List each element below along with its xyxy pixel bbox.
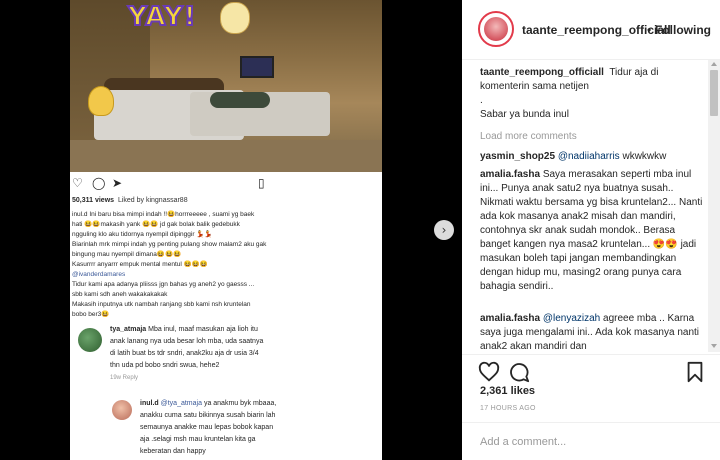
scroll-down-arrow-icon[interactable] — [711, 344, 717, 348]
views-line: 50,311 views Liked by kingnassar88 — [72, 197, 188, 204]
inner-comment-text: semaunya anakke mau lepas bobok kapan — [140, 424, 274, 431]
views-count: 50,311 views — [72, 197, 115, 204]
caption: taante_reempong_officiall Tidur aja di k… — [480, 66, 708, 122]
add-comment-area — [462, 422, 720, 460]
yay-sticker: YAY! — [127, 1, 197, 33]
share-icon: ➤ — [112, 176, 123, 190]
inner-comment-mention: @tya_atmaja — [160, 400, 202, 407]
inner-mention: @ivanderdamares — [72, 271, 126, 278]
bookmark-icon: ▯ — [258, 176, 265, 190]
likes-count[interactable]: 2,361 likes — [480, 385, 535, 397]
following-button[interactable]: Following — [655, 23, 711, 37]
like-heart-icon[interactable] — [478, 361, 500, 383]
instagram-post-viewer: YAY! ♡ ◯ ➤ ▯ 50,311 views Liked by kingn… — [0, 0, 720, 460]
actions-bar — [462, 354, 720, 384]
comment-user[interactable]: yasmin_shop25 — [480, 151, 555, 162]
next-post-button[interactable]: › — [434, 220, 454, 240]
inner-comment-text: aja .selagi msh mau kruntelan kita ga — [140, 436, 256, 443]
caption-user[interactable]: taante_reempong_officiall — [480, 67, 604, 78]
media-area: YAY! ♡ ◯ ➤ ▯ 50,311 views Liked by kingn… — [0, 0, 462, 460]
heart-icon: ♡ — [72, 176, 83, 190]
inner-comment-text: keberatan dan happy — [140, 448, 206, 455]
bookmark-save-icon[interactable] — [684, 361, 706, 383]
inner-caption-line: bobo ber3😆 — [72, 311, 110, 318]
inner-comment-text: ya anakmu byk mbaaa, — [203, 400, 277, 407]
profile-avatar[interactable] — [478, 11, 514, 47]
header-dot: • — [647, 23, 652, 37]
add-comment-input[interactable] — [480, 433, 700, 451]
post-image: YAY! ♡ ◯ ➤ ▯ 50,311 views Liked by kingn… — [70, 0, 382, 460]
inner-comment-1: tya_atmaja Mba inul, maaf masukan aja li… — [110, 324, 380, 384]
comment-text: Saya merasakan seperti mba inul ini... P… — [480, 169, 703, 292]
sleeping-person — [210, 92, 270, 108]
comment: amalia.fasha Saya merasakan seperti mba … — [480, 168, 708, 294]
comment-icon: ◯ — [92, 176, 106, 190]
screenshot-actions: ♡ ◯ ➤ ▯ — [70, 172, 382, 194]
bedroom-photo: YAY! — [70, 0, 382, 172]
comment-bubble-icon[interactable] — [508, 361, 530, 383]
comment: yasmin_shop25 @nadiiaharris wkwkwkw — [480, 150, 708, 164]
inner-comment-user: inul.d — [140, 400, 159, 407]
comment-mention[interactable]: @nadiiaharris — [558, 151, 620, 162]
inner-caption-line: Biarinlah mrk mimpi indah yg penting pul… — [72, 241, 267, 248]
inner-caption: inul.d Ini baru bisa mimpi indah !!😆horr… — [72, 210, 377, 320]
inner-comment-text: anakku cuma satu bikinnya susah biarin l… — [140, 412, 276, 419]
post-header: taante_reempong_officiall • Following — [462, 0, 720, 60]
dog-sticker — [220, 2, 250, 34]
comment-mention[interactable]: @lenyazizah — [543, 313, 600, 324]
avatar — [78, 328, 102, 352]
inner-caption-line: ngguling klo aku tidornya nyempil diping… — [72, 231, 213, 238]
tv — [240, 56, 274, 78]
inner-comment-2: inul.d @tya_atmaja ya anakmu byk mbaaa, … — [140, 398, 382, 458]
post-details-panel: taante_reempong_officiall • Following ta… — [462, 0, 720, 460]
inner-comment-user: tya_atmaja — [110, 326, 147, 333]
caption-dot: . — [480, 95, 483, 106]
inner-comment-text: Mba inul, maaf masukan aja lioh itu — [148, 326, 258, 333]
inner-comment-text: thn uda pd bobo sndri swua, hehe2 — [110, 362, 220, 369]
inner-comment-meta: 19w Reply — [110, 375, 139, 381]
caption-text-2: Sabar ya bunda inul — [480, 109, 569, 120]
bear-sticker — [88, 86, 114, 116]
comment-text: wkwkwkw — [619, 151, 667, 162]
load-more-comments[interactable]: Load more comments — [480, 130, 577, 144]
inner-caption-line: Makasih inputnya utk nambah ranjang sbb … — [72, 301, 251, 308]
inner-comment-text: di latih buat bs tdr sndri, anak2ku aja … — [110, 350, 259, 357]
inner-caption-line: hati 😆😆makasih yank 😆😆 jd gak bolak bali… — [72, 221, 240, 228]
comment: amalia.fasha @lenyazizah agreee mba .. K… — [480, 312, 708, 354]
comment-user[interactable]: amalia.fasha — [480, 169, 540, 180]
comment-user[interactable]: amalia.fasha — [480, 313, 540, 324]
inner-caption-line: inul.d Ini baru bisa mimpi indah !!😆horr… — [72, 211, 255, 218]
comments-scrollbar[interactable] — [708, 60, 720, 352]
inner-caption-line: sbb kami sdh aneh wakakakakak — [72, 291, 168, 298]
liked-by: Liked by kingnassar88 — [117, 197, 188, 204]
post-time: 17 HOURS AGO — [480, 405, 536, 412]
inner-comment-text: anak lanang nya uda besar loh mba, uda s… — [110, 338, 264, 345]
inner-caption-line: bingung mau nyempil dimana😆😆😆 — [72, 251, 182, 258]
avatar-image — [484, 17, 508, 41]
avatar — [112, 400, 132, 420]
floor — [70, 140, 382, 172]
scroll-thumb[interactable] — [710, 70, 718, 116]
inner-caption-line: Tidur kami apa adanya pliisss jgn bahas … — [72, 281, 255, 288]
comments-list: taante_reempong_officiall Tidur aja di k… — [480, 66, 708, 354]
inner-caption-line: Kasurrrr anyarrr empuk mental mentul 😆😆😆 — [72, 261, 208, 268]
scroll-up-arrow-icon[interactable] — [711, 62, 717, 66]
